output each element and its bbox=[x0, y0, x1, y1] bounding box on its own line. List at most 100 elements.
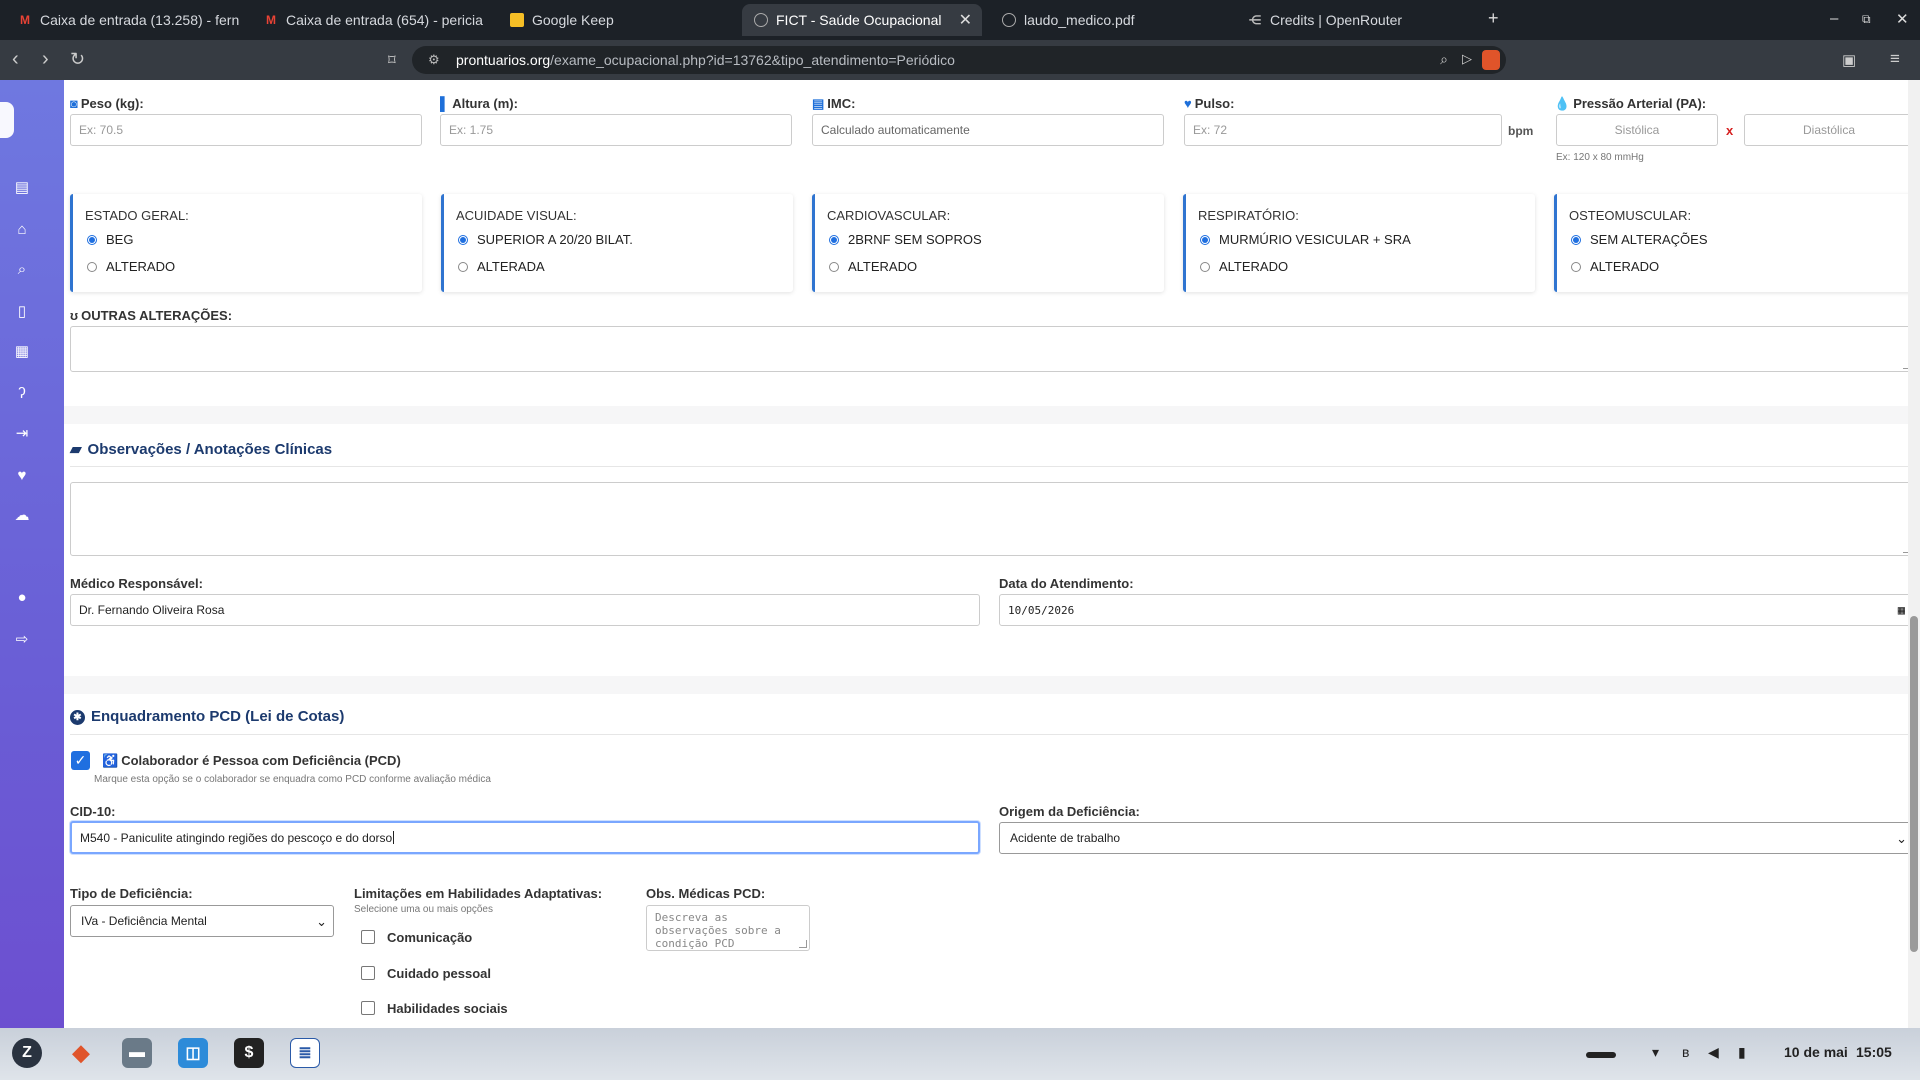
radio-2brnf[interactable]: 2BRNF SEM SOPROS bbox=[829, 232, 982, 247]
reload-icon[interactable]: ↻ bbox=[70, 49, 85, 70]
altura-input[interactable]: Ex: 1.75 bbox=[440, 114, 792, 146]
forward-icon[interactable]: › bbox=[42, 48, 49, 71]
radio-selected[interactable] bbox=[1571, 234, 1581, 245]
tab-google-keep[interactable]: Google Keep bbox=[498, 4, 736, 36]
close-window-icon[interactable]: ✕ bbox=[1896, 10, 1909, 28]
tab-fict-saude[interactable]: FICT - Saúde Ocupacional ✕ bbox=[742, 4, 982, 36]
terminal-app-icon[interactable]: $ bbox=[234, 1038, 264, 1068]
files-icon[interactable]: ▬ bbox=[122, 1038, 152, 1068]
pcd-checkbox[interactable]: ✓ bbox=[71, 751, 90, 770]
tipo-select[interactable]: IVa - Deficiência Mental ⌄ bbox=[70, 905, 334, 937]
clock-date[interactable]: 10 de mai bbox=[1784, 1044, 1848, 1060]
text-editor-icon[interactable]: ≣ bbox=[290, 1038, 320, 1068]
checkbox-comunicacao[interactable] bbox=[361, 930, 375, 944]
radio-superior[interactable]: SUPERIOR A 20/20 BILAT. bbox=[458, 232, 633, 247]
file-export-icon[interactable]: ⇥ bbox=[12, 424, 32, 444]
radio-selected[interactable] bbox=[1200, 234, 1210, 245]
imc-label: ▤ IMC: bbox=[812, 96, 856, 111]
menu-icon[interactable]: ≡ bbox=[1890, 49, 1900, 69]
software-store-icon[interactable]: ◫ bbox=[178, 1038, 208, 1068]
origem-value: Acidente de trabalho bbox=[1010, 831, 1121, 845]
origem-select[interactable]: Acidente de trabalho ⌄ bbox=[999, 822, 1914, 854]
page-scrollbar[interactable] bbox=[1908, 80, 1920, 1028]
document-icon[interactable]: ▯ bbox=[12, 302, 32, 322]
radio-alterado[interactable]: ALTERADO bbox=[1571, 259, 1659, 274]
label-habilidades-sociais[interactable]: Habilidades sociais bbox=[387, 1001, 508, 1016]
peso-input[interactable]: Ex: 70.5 bbox=[70, 114, 422, 146]
logout-icon[interactable]: ⇨ bbox=[12, 630, 32, 650]
tab-laudo-pdf[interactable]: laudo_medico.pdf bbox=[990, 4, 1228, 36]
pulso-label: ♥ Pulso: bbox=[1184, 96, 1235, 111]
radio-sem-alteracoes[interactable]: SEM ALTERAÇÕES bbox=[1571, 232, 1708, 247]
hearing-icon[interactable]: ʔ bbox=[12, 384, 32, 404]
wifi-icon[interactable]: ▾ bbox=[1652, 1044, 1659, 1061]
scrollbar-thumb[interactable] bbox=[1910, 616, 1918, 952]
label-cuidado-pessoal[interactable]: Cuidado pessoal bbox=[387, 966, 491, 981]
input-method-icon[interactable] bbox=[1586, 1052, 1616, 1058]
pa-sistolica-input[interactable]: Sistólica bbox=[1556, 114, 1718, 146]
radio-alterada[interactable]: ALTERADA bbox=[458, 259, 545, 274]
keep-icon bbox=[510, 13, 524, 27]
zorin-menu-icon[interactable]: Z bbox=[12, 1038, 42, 1068]
clock-time[interactable]: 15:05 bbox=[1856, 1044, 1892, 1060]
resize-handle-icon[interactable] bbox=[799, 940, 807, 948]
bluetooth-icon[interactable]: ʙ bbox=[1682, 1044, 1689, 1060]
main-content: ◙ Peso (kg): Ex: 70.5 ▌ Altura (m): Ex: 1.… bbox=[64, 80, 1920, 1028]
radio-alterado[interactable]: ALTERADO bbox=[1200, 259, 1288, 274]
radio-alterado[interactable]: ALTERADO bbox=[87, 259, 175, 274]
restore-icon[interactable]: ⧉ bbox=[1862, 12, 1871, 27]
radio-unselected[interactable] bbox=[87, 261, 97, 272]
clipboard-icon[interactable]: ▤ bbox=[12, 178, 32, 198]
checkbox-habilidades-sociais[interactable] bbox=[361, 1001, 375, 1015]
heartbeat-icon[interactable]: ♥ bbox=[12, 466, 32, 486]
battery-icon[interactable]: ▮ bbox=[1738, 1044, 1746, 1061]
close-tab-icon[interactable]: ✕ bbox=[959, 10, 972, 30]
radio-selected[interactable] bbox=[87, 234, 97, 245]
radio-unselected[interactable] bbox=[829, 261, 839, 272]
user-icon[interactable]: ● bbox=[12, 588, 32, 608]
home-icon[interactable]: ⌂ bbox=[12, 220, 32, 240]
tab-openrouter[interactable]: ⋲ Credits | OpenRouter bbox=[1236, 4, 1474, 36]
cid-input[interactable]: M540 - Paniculite atingindo regiões do p… bbox=[70, 821, 980, 854]
radio-beg[interactable]: BEG bbox=[87, 232, 133, 247]
search-icon[interactable]: ⌕ bbox=[12, 260, 32, 280]
pcd-checkbox-label[interactable]: ♿ Colaborador é Pessoa com Deficiência (P… bbox=[102, 753, 401, 769]
brave-browser-icon[interactable]: ◆ bbox=[66, 1038, 96, 1068]
back-icon[interactable]: ‹ bbox=[12, 48, 19, 71]
data-atendimento-input[interactable]: 10/05/2026 ▦ bbox=[999, 594, 1914, 626]
zoom-icon[interactable]: ⌕ bbox=[1440, 51, 1448, 68]
minimize-icon[interactable]: ‒ bbox=[1830, 10, 1838, 27]
brave-shields-icon[interactable] bbox=[1482, 50, 1500, 70]
limitacoes-hint: Selecione uma ou mais opções bbox=[354, 904, 493, 915]
observacoes-textarea[interactable] bbox=[70, 482, 1914, 556]
url-text[interactable]: prontuarios.org/exame_ocupacional.php?id… bbox=[456, 52, 955, 68]
radio-unselected[interactable] bbox=[458, 261, 468, 272]
radio-alterado[interactable]: ALTERADO bbox=[829, 259, 917, 274]
building-icon[interactable]: ▦ bbox=[12, 342, 32, 362]
radio-unselected[interactable] bbox=[1571, 261, 1581, 272]
pa-diastolica-input[interactable]: Diastólica bbox=[1744, 114, 1914, 146]
volume-icon[interactable]: ◀ bbox=[1708, 1044, 1719, 1061]
calendar-icon[interactable]: ▦ bbox=[1898, 603, 1905, 617]
medico-input[interactable]: Dr. Fernando Oliveira Rosa bbox=[70, 594, 980, 626]
checkbox-cuidado-pessoal[interactable] bbox=[361, 966, 375, 980]
wallet-icon[interactable]: ▣ bbox=[1842, 51, 1856, 69]
tab-gmail-2[interactable]: M Caixa de entrada (654) - pericia bbox=[252, 4, 490, 36]
radio-unselected[interactable] bbox=[1200, 261, 1210, 272]
bookmark-icon[interactable]: ⌑ bbox=[388, 51, 396, 69]
new-tab-button[interactable]: + bbox=[1488, 8, 1499, 29]
cloud-upload-icon[interactable]: ☁ bbox=[12, 506, 32, 526]
pulso-input[interactable]: Ex: 72 bbox=[1184, 114, 1502, 146]
app-sidebar: ▤ ⌂ ⌕ ▯ ▦ ʔ ⇥ ♥ ☁ ● ⇨ bbox=[0, 80, 64, 1028]
tab-gmail-1[interactable]: M Caixa de entrada (13.258) - fern bbox=[6, 4, 246, 36]
label-comunicacao[interactable]: Comunicação bbox=[387, 930, 472, 945]
sidebar-collapse-handle[interactable] bbox=[0, 102, 14, 138]
share-icon[interactable]: ▷ bbox=[1462, 51, 1472, 67]
radio-murmurio[interactable]: MURMÚRIO VESICULAR + SRA bbox=[1200, 232, 1411, 247]
site-settings-icon[interactable]: ⚙ bbox=[428, 52, 440, 68]
radio-selected[interactable] bbox=[458, 234, 468, 245]
obs-pcd-textarea[interactable]: Descreva as observações sobre a condição… bbox=[646, 905, 810, 951]
radio-selected[interactable] bbox=[829, 234, 839, 245]
address-bar[interactable]: ⚙ prontuarios.org/exame_ocupacional.php?… bbox=[412, 46, 1506, 74]
outras-textarea[interactable] bbox=[70, 326, 1914, 372]
